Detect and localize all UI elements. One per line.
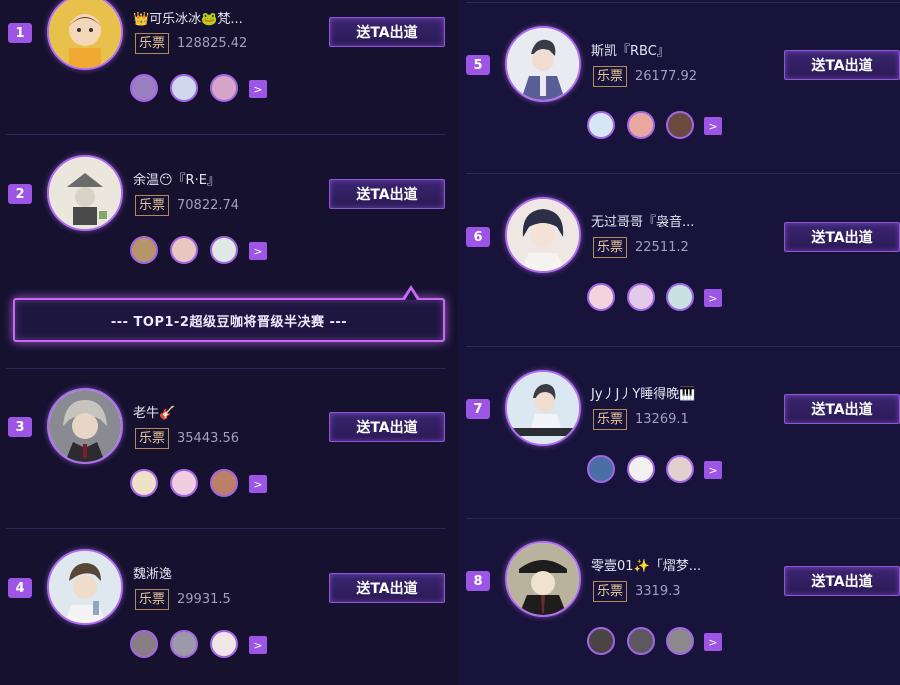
ticket-count: 35443.56 [177,431,240,446]
more-fans-button[interactable]: > [704,289,722,307]
ticket-count: 13269.1 [635,412,689,427]
avatar-image [507,199,579,271]
divider [6,528,446,529]
more-fans-button[interactable]: > [249,242,267,260]
avatar-image [49,390,121,462]
more-fans-button[interactable]: > [704,461,722,479]
username[interactable]: 👑可乐冰冰🐸梵... [133,8,243,27]
more-fans-button[interactable]: > [249,475,267,493]
ticket-badge: 乐票 [593,237,628,258]
username[interactable]: 老牛🎸 [133,402,175,421]
fan-avatar[interactable] [627,111,655,139]
ticket-count: 70822.74 [177,198,240,213]
send-ta-debut-button[interactable]: 送TA出道 [329,573,445,603]
avatar-image [507,372,579,444]
username[interactable]: 余温😶『R·E』 [133,169,220,188]
divider [6,368,446,369]
fan-avatar[interactable] [587,627,615,655]
fan-avatar[interactable] [170,236,198,264]
avatar-image [507,28,579,100]
avatar-image [49,157,121,229]
send-ta-debut-button[interactable]: 送TA出道 [784,394,900,424]
fan-avatar[interactable] [666,455,694,483]
send-ta-debut-button[interactable]: 送TA出道 [329,412,445,442]
rank-badge: 3 [8,417,32,437]
promotion-banner: --- TOP1-2超级豆咖将晋级半决赛 --- [13,298,445,342]
avatar[interactable] [47,549,123,625]
avatar-image [49,551,121,623]
username[interactable]: 魏淅逸 [133,563,172,582]
divider [6,134,446,135]
fan-avatar[interactable] [210,74,238,102]
fan-avatar[interactable] [130,469,158,497]
avatar[interactable] [505,26,581,102]
send-ta-debut-button[interactable]: 送TA出道 [784,222,900,252]
divider [466,346,900,347]
rank-badge: 5 [466,55,490,75]
fan-avatar[interactable] [130,74,158,102]
fan-avatar[interactable] [210,236,238,264]
fan-avatar[interactable] [210,469,238,497]
ticket-badge: 乐票 [135,195,170,216]
more-fans-button[interactable]: > [249,80,267,98]
fan-avatar[interactable] [210,630,238,658]
ticket-count: 3319.3 [635,584,681,599]
fan-avatar[interactable] [587,455,615,483]
fan-avatar[interactable] [587,283,615,311]
send-ta-debut-button[interactable]: 送TA出道 [784,566,900,596]
divider [466,518,900,519]
banner-notch-inner [405,290,417,300]
fan-avatar[interactable] [170,630,198,658]
divider [466,173,900,174]
rank-badge: 1 [8,23,32,43]
fan-avatar[interactable] [666,111,694,139]
fan-avatar[interactable] [666,627,694,655]
ticket-badge: 乐票 [593,581,628,602]
more-fans-button[interactable]: > [249,636,267,654]
send-ta-debut-button[interactable]: 送TA出道 [329,179,445,209]
fan-avatar[interactable] [170,74,198,102]
username[interactable]: 斯凯『RBC』 [591,40,670,59]
fan-avatar[interactable] [170,469,198,497]
fan-avatar[interactable] [666,283,694,311]
fan-avatar[interactable] [627,283,655,311]
avatar[interactable] [47,388,123,464]
rank-badge: 2 [8,184,32,204]
more-fans-button[interactable]: > [704,633,722,651]
rank-badge: 7 [466,399,490,419]
fan-avatar[interactable] [587,111,615,139]
fan-avatar[interactable] [130,236,158,264]
ticket-badge: 乐票 [135,428,170,449]
divider [466,2,900,3]
username[interactable]: 零壹01✨「熠梦... [591,555,701,574]
rank-badge: 8 [466,571,490,591]
rank-badge: 6 [466,227,490,247]
fan-avatar[interactable] [130,630,158,658]
ticket-count: 29931.5 [177,592,231,607]
send-ta-debut-button[interactable]: 送TA出道 [784,50,900,80]
avatar[interactable] [505,541,581,617]
more-fans-button[interactable]: > [704,117,722,135]
ticket-badge: 乐票 [135,589,170,610]
username[interactable]: 无过哥哥『袅音... [591,211,694,230]
avatar[interactable] [505,197,581,273]
ticket-count: 22511.2 [635,240,689,255]
ticket-badge: 乐票 [593,66,628,87]
fan-avatar[interactable] [627,455,655,483]
ticket-badge: 乐票 [593,409,628,430]
ticket-badge: 乐票 [135,33,170,54]
send-ta-debut-button[interactable]: 送TA出道 [329,17,445,47]
rank-badge: 4 [8,578,32,598]
avatar-image [507,543,579,615]
avatar[interactable] [505,370,581,446]
avatar[interactable] [47,155,123,231]
fan-avatar[interactable] [627,627,655,655]
ticket-count: 128825.42 [177,36,248,51]
ticket-count: 26177.92 [635,69,698,84]
username[interactable]: Jy丿J丿Y睡得晚🎹 [591,383,696,402]
avatar-image [49,0,121,68]
